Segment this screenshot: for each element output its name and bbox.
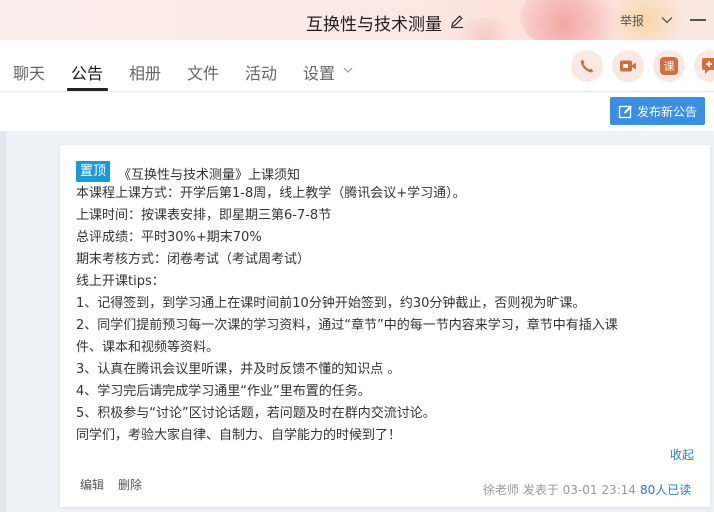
post-meta: 徐老师 发表于 03-01 23:14	[483, 483, 636, 497]
chevron-down-icon[interactable]	[343, 65, 353, 75]
group-title: 互换性与技术测量	[306, 15, 442, 35]
notice-title: 《互换性与技术测量》上课须知	[118, 168, 301, 183]
phone-icon	[580, 59, 594, 73]
collapse-link[interactable]: 收起	[670, 446, 694, 463]
notice-line: 4、学习完后请完成学习通里“作业”里布置的任务。	[76, 384, 371, 399]
action-bar: 发布新公告	[0, 92, 714, 131]
notice-line: 2、同学们提前预习每一次课的学习资料，通过“章节”中的每一节内容来学习，章节中有…	[76, 318, 618, 333]
voice-call-button[interactable]	[571, 50, 603, 82]
compose-icon	[618, 105, 632, 118]
tab-notice[interactable]: 公告	[71, 60, 103, 84]
pinned-badge: 置顶	[76, 161, 111, 182]
read-count-link[interactable]: 80人已读	[640, 481, 691, 498]
delete-button[interactable]: 删除	[118, 476, 142, 493]
class-button[interactable]: 课	[653, 50, 685, 82]
report-button[interactable]: 举报	[620, 12, 644, 29]
notice-line: 总评成绩：平时30%+期末70%	[76, 230, 262, 245]
tab-chat[interactable]: 聊天	[13, 60, 45, 84]
edit-button[interactable]: 编辑	[80, 476, 104, 493]
publish-notice-label: 发布新公告	[636, 104, 697, 119]
notice-line: 3、认真在腾讯会议里听课，并及时反馈不懂的知识点 。	[76, 362, 401, 377]
chevron-down-icon[interactable]	[660, 13, 674, 27]
title-decoration	[600, 0, 690, 40]
tab-activity[interactable]: 活动	[245, 60, 277, 84]
notice-body: 本课程上课方式：开学后第1-8周，线上教学（腾讯会议+学习通）。 上课时间：按课…	[76, 183, 701, 447]
notice-line: 同学们，考验大家自律、自制力、自学能力的时候到了！	[76, 428, 402, 443]
minimize-icon[interactable]	[690, 19, 706, 21]
class-icon: 课	[660, 57, 678, 75]
tab-files[interactable]: 文件	[187, 60, 219, 84]
notice-card: 置顶 《互换性与技术测量》上课须知 本课程上课方式：开学后第1-8周，线上教学（…	[60, 145, 710, 507]
left-gutter	[0, 131, 6, 512]
notice-line: 本课程上课方式：开学后第1-8周，线上教学（腾讯会议+学习通）。	[76, 186, 466, 201]
video-call-button[interactable]	[612, 50, 644, 82]
tab-album[interactable]: 相册	[129, 60, 161, 84]
video-icon	[620, 60, 636, 72]
notice-line: 线上开课tips：	[76, 274, 165, 289]
title-bar: 互换性与技术测量 举报	[0, 0, 714, 40]
tab-settings[interactable]: 设置	[303, 60, 335, 84]
edit-pencil-icon[interactable]	[449, 13, 465, 29]
more-button[interactable]	[694, 50, 714, 82]
notice-line: 件、课本和视频等资料。	[76, 340, 220, 355]
active-tab-indicator	[67, 88, 108, 91]
notice-line: 1、记得签到，到学习通上在课时间前10分钟开始签到，约30分钟截止，否则视为旷课…	[76, 296, 586, 311]
tab-bar: 聊天 公告 相册 文件 活动 设置 课	[0, 40, 714, 92]
publish-notice-button[interactable]: 发布新公告	[610, 97, 705, 125]
notice-line: 期末考核方式：闭卷考试（考试周考试）	[76, 252, 311, 267]
notice-line: 5、积极参与“讨论”区讨论话题，若问题及时在群内交流讨论。	[76, 406, 436, 421]
more-icon	[702, 58, 714, 74]
notice-line: 上课时间：按课表安排，即星期三第6-7-8节	[76, 208, 332, 223]
